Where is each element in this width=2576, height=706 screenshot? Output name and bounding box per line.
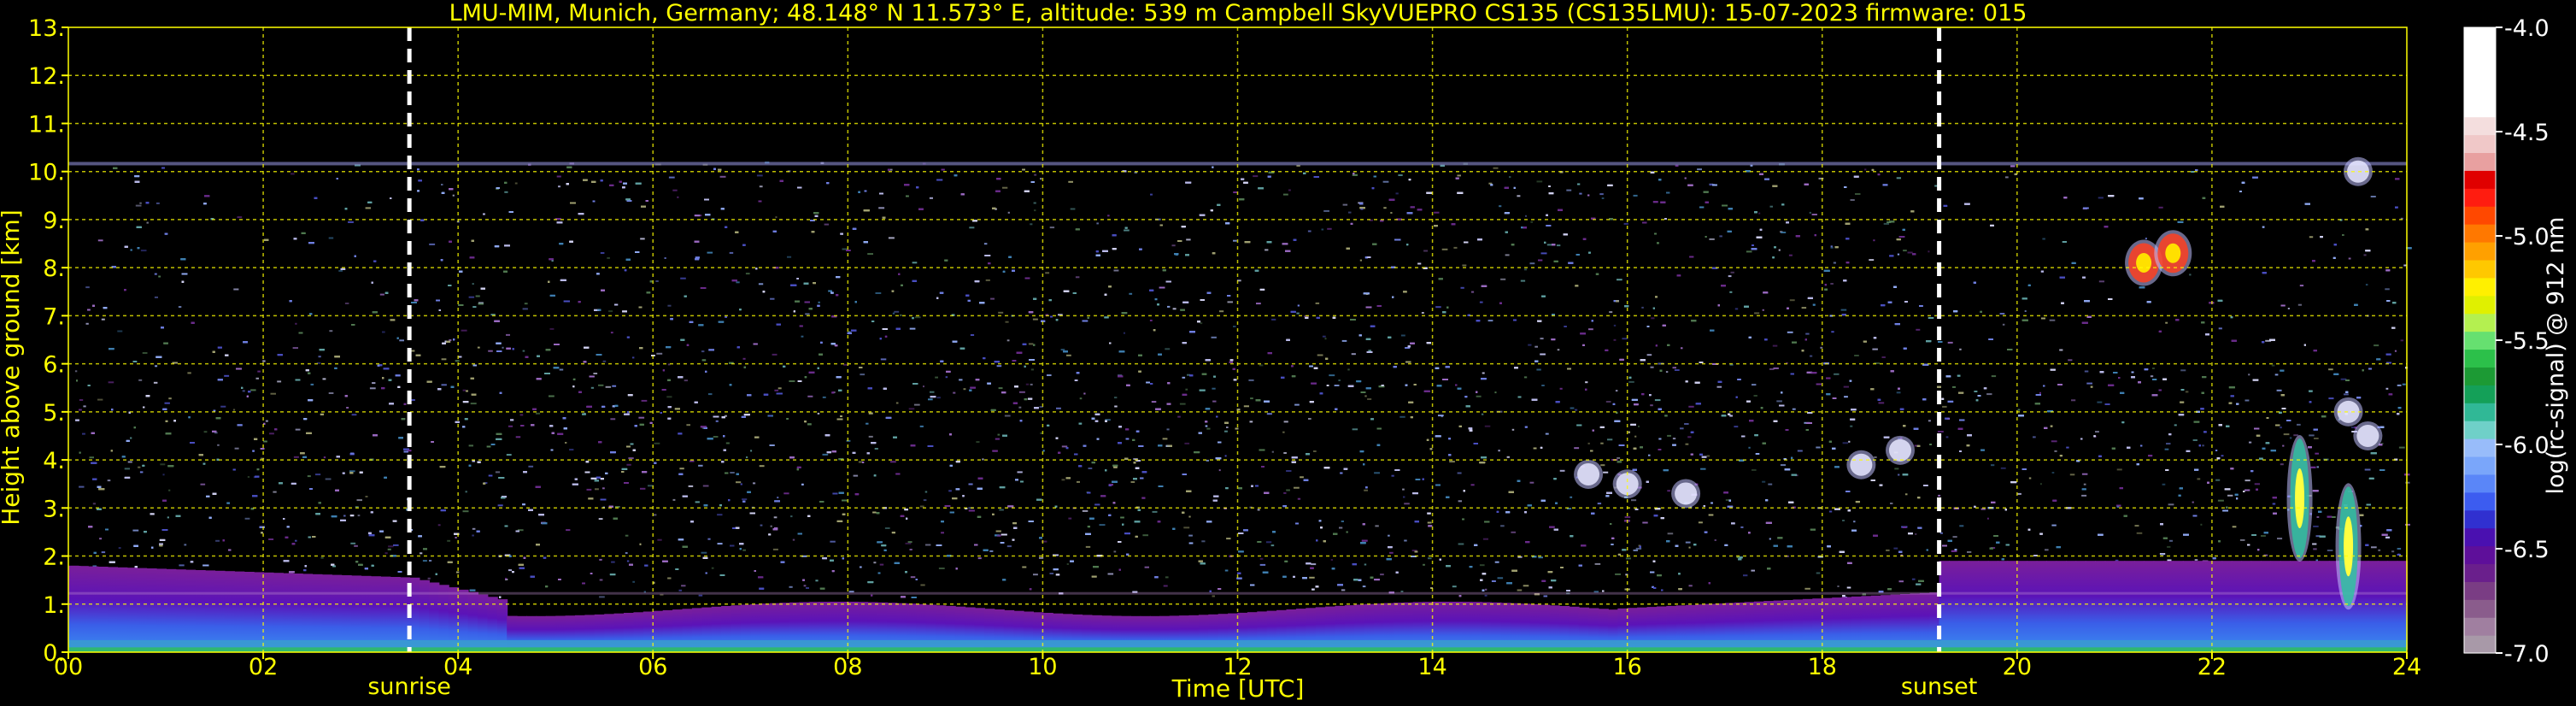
colorbar-segment: [2464, 474, 2496, 493]
colorbar-segment: [2464, 313, 2496, 332]
y-tick-label: 9.: [43, 208, 65, 234]
y-tick-label: 13.: [28, 15, 65, 42]
colorbar-segment: [2464, 80, 2496, 100]
y-tick-label: 6.: [43, 352, 65, 379]
y-tick-label: 7.: [43, 303, 65, 330]
colorbar-segment: [2464, 421, 2496, 439]
y-tick-label: 4.: [43, 448, 65, 474]
colorbar-segment: [2464, 224, 2496, 243]
colorbar-segment: [2464, 170, 2496, 189]
colorbar-segment: [2464, 509, 2496, 529]
cloud-event-core: [1850, 453, 1873, 476]
colorbar-segment: [2464, 563, 2496, 582]
plot-background: [68, 27, 2407, 652]
colorbar-segment: [2464, 635, 2496, 654]
cloud-event-core: [2356, 424, 2379, 447]
colorbar-segment: [2464, 259, 2496, 279]
colorbar-segment: [2464, 385, 2496, 403]
x-tick-label: 14: [1417, 654, 1446, 680]
y-tick-label: 2.: [43, 544, 65, 571]
y-tick-label: 12.: [28, 63, 65, 90]
cloud-event-peak: [2136, 253, 2152, 274]
colorbar-segment: [2464, 527, 2496, 547]
x-tick-label: 10: [1028, 654, 1057, 680]
y-tick-label: 1.: [43, 592, 65, 619]
x-tick-label: 04: [443, 654, 472, 680]
colorbar-segment: [2464, 491, 2496, 511]
sunrise-label: sunrise: [367, 674, 451, 700]
x-tick-label: 24: [2392, 654, 2421, 680]
colorbar-segment: [2464, 44, 2496, 64]
colorbar-segment: [2464, 241, 2496, 261]
colorbar-tick-label: -4.5: [2504, 120, 2550, 146]
aerosol-top: [68, 591, 2407, 595]
x-tick-label: 06: [638, 654, 667, 680]
colorbar-segment: [2464, 438, 2496, 457]
y-tick-label: 11.: [28, 111, 65, 138]
x-tick-label: 22: [2198, 654, 2227, 680]
chart-title: LMU-MIM, Munich, Germany; 48.148° N 11.5…: [449, 0, 2027, 26]
cloud-event-core: [1616, 473, 1639, 496]
x-tick-label: 08: [833, 654, 862, 680]
colorbar-tick-label: -7.0: [2504, 641, 2550, 668]
colorbar-segment: [2464, 367, 2496, 385]
colorbar-segment: [2464, 349, 2496, 368]
colorbar-segment: [2464, 134, 2496, 153]
x-tick-label: 02: [249, 654, 278, 680]
colorbar-segment: [2464, 545, 2496, 565]
cloud-event-peak: [2344, 516, 2354, 577]
y-tick-label: 3.: [43, 496, 65, 522]
colorbar-label: log(rc-signal) @ 912 nm: [2543, 217, 2569, 495]
colorbar-segment: [2464, 27, 2496, 46]
sunset-label: sunset: [1901, 674, 1978, 700]
colorbar-tick-label: -4.0: [2504, 15, 2550, 42]
colorbar-segment: [2464, 617, 2496, 636]
plot-area: [68, 27, 2407, 652]
colorbar-segment: [2464, 581, 2496, 600]
x-tick-label: 18: [1808, 654, 1837, 680]
cloud-event-core: [1888, 438, 1911, 462]
colorbar-segment: [2464, 62, 2496, 82]
y-axis-label: Height above ground [km]: [0, 209, 25, 526]
cloud-event-peak: [2165, 243, 2181, 263]
colorbar-tick-label: -6.5: [2504, 537, 2550, 563]
cloud-event-core: [1675, 482, 1698, 505]
ceilometer-chart: LMU-MIM, Munich, Germany; 48.148° N 11.5…: [0, 0, 2576, 706]
colorbar-segment: [2464, 206, 2496, 225]
colorbar-segment: [2464, 98, 2496, 118]
y-tick-label: 5.: [43, 400, 65, 427]
y-tick-label: 0.: [43, 640, 65, 667]
colorbar-segment: [2464, 331, 2496, 350]
colorbar-segment: [2464, 295, 2496, 315]
y-tick-label: 8.: [43, 256, 65, 282]
x-tick-label: 20: [2003, 654, 2032, 680]
x-axis-label: Time [UTC]: [1171, 674, 1305, 703]
colorbar-segment: [2464, 188, 2496, 207]
y-tick-label: 10.: [28, 160, 65, 186]
colorbar-segment: [2464, 277, 2496, 297]
x-tick-label: 16: [1612, 654, 1641, 680]
colorbar-segment: [2464, 403, 2496, 421]
colorbar-segment: [2464, 152, 2496, 171]
cloud-event-core: [1577, 462, 1600, 485]
colorbar-segment: [2464, 599, 2496, 618]
colorbar-segment: [2464, 116, 2496, 136]
colorbar-segment: [2464, 456, 2496, 475]
cloud-event-peak: [2295, 468, 2305, 529]
